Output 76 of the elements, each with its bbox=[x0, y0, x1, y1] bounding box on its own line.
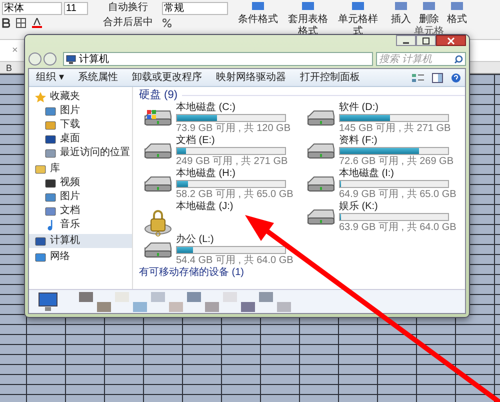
drive-space-text: 58.2 GB 可用 , 共 65.0 GB bbox=[176, 189, 294, 200]
nav-item[interactable]: 计算机 bbox=[29, 234, 132, 248]
nav-item[interactable]: 收藏夹 bbox=[29, 90, 132, 104]
font-name-field[interactable]: 宋体 bbox=[2, 2, 62, 15]
cancel-formula-button[interactable]: × bbox=[12, 43, 18, 58]
font-color-icon[interactable] bbox=[32, 18, 42, 28]
search-field[interactable]: 搜索 计算机 bbox=[376, 52, 466, 66]
nav-item[interactable]: 桌面 bbox=[29, 132, 132, 146]
drive-name[interactable]: 文档 (E:) bbox=[176, 135, 302, 146]
drive-name[interactable]: 软件 (D:) bbox=[339, 102, 465, 113]
breadcrumb[interactable]: 计算机 bbox=[79, 54, 109, 64]
drive-space-text: 63.9 GB 可用 , 共 64.0 GB bbox=[339, 222, 458, 233]
drive-space-text: 72.6 GB 可用 , 共 269 GB bbox=[339, 156, 454, 167]
nav-item[interactable]: 最近访问的位置 bbox=[29, 146, 132, 160]
document-folder-icon bbox=[45, 206, 56, 216]
nav-item[interactable]: 文档 bbox=[29, 204, 132, 218]
nav-item[interactable]: 视频 bbox=[29, 176, 132, 190]
drive-name[interactable]: 办公 (L:) bbox=[176, 234, 302, 245]
drive-space-text: 64.9 GB 可用 , 共 65.0 GB bbox=[339, 189, 458, 200]
drive-space-text: 249 GB 可用 , 共 271 GB bbox=[176, 156, 289, 167]
font-size-field[interactable]: 11 bbox=[64, 2, 88, 15]
toolbar-button[interactable]: 系统属性 bbox=[74, 72, 121, 84]
drive-name[interactable]: 娱乐 (K:) bbox=[339, 201, 465, 212]
section-header[interactable]: 硬盘 (9) bbox=[139, 89, 178, 102]
drive-space-text: 54.4 GB 可用 , 共 64.0 GB bbox=[176, 255, 294, 266]
nav-item[interactable]: 库 bbox=[29, 162, 132, 176]
bold-icon[interactable] bbox=[2, 18, 10, 28]
toolbar-button[interactable]: 组织 ▾ bbox=[33, 72, 67, 84]
nav-item[interactable]: 音乐 bbox=[29, 218, 132, 232]
close-icon bbox=[447, 36, 455, 44]
nav-item[interactable]: 图片 bbox=[29, 104, 132, 118]
minimize-button[interactable] bbox=[396, 35, 416, 46]
help-icon[interactable] bbox=[451, 72, 461, 82]
picture-folder-icon bbox=[45, 192, 56, 202]
number-format-field[interactable]: 常规 bbox=[162, 2, 228, 15]
computer-folder-icon bbox=[35, 236, 46, 246]
video-folder-icon bbox=[45, 178, 56, 188]
drive-name[interactable]: 本地磁盘 (H:) bbox=[176, 168, 302, 179]
merge-center-button[interactable]: 合并后居中 bbox=[100, 17, 156, 29]
borders-icon[interactable] bbox=[16, 18, 26, 28]
toolbar-button[interactable]: 映射网络驱动器 bbox=[212, 72, 289, 84]
drive-space-text: 73.9 GB 可用 , 共 120 GB bbox=[176, 123, 292, 134]
drive-name[interactable]: 资料 (F:) bbox=[339, 135, 465, 146]
nav-item[interactable]: 图片 bbox=[29, 190, 132, 204]
nav-item[interactable]: 下载 bbox=[29, 118, 132, 132]
computer-icon bbox=[37, 292, 59, 312]
library-folder-icon bbox=[35, 164, 46, 174]
drive-name[interactable]: 本地磁盘 (C:) bbox=[176, 102, 302, 113]
preview-pane-icon[interactable] bbox=[432, 72, 443, 82]
cells-button[interactable]: 格式 bbox=[444, 2, 470, 26]
cells-button[interactable]: 删除 bbox=[416, 2, 442, 26]
view-options-icon[interactable] bbox=[412, 72, 424, 82]
toolbar-button[interactable]: 卸载或更改程序 bbox=[128, 72, 205, 84]
wrap-text-button[interactable]: 自动换行 bbox=[100, 2, 156, 14]
maximize-icon bbox=[422, 36, 430, 44]
maximize-button[interactable] bbox=[416, 35, 436, 46]
nav-item[interactable]: 网络 bbox=[29, 250, 132, 264]
computer-icon bbox=[66, 54, 76, 64]
padlock-drive-icon bbox=[143, 207, 173, 237]
drive-name[interactable]: 本地磁盘 (J:) bbox=[176, 201, 302, 212]
desktop-folder-icon bbox=[45, 134, 56, 144]
percent-icon[interactable] bbox=[162, 18, 172, 28]
close-button[interactable] bbox=[436, 35, 466, 46]
address-bar[interactable]: 计算机 bbox=[63, 52, 373, 66]
recent-folder-icon bbox=[45, 148, 56, 158]
drive-space-text: 145 GB 可用 , 共 271 GB bbox=[339, 123, 452, 134]
column-header: B bbox=[6, 62, 12, 72]
search-icon bbox=[454, 54, 463, 64]
section-header[interactable]: 有可移动存储的设备 (1) bbox=[139, 267, 465, 278]
star-icon bbox=[35, 92, 46, 102]
picture-folder-icon bbox=[45, 106, 56, 116]
download-folder-icon bbox=[45, 120, 56, 130]
drive-name[interactable]: 本地磁盘 (I:) bbox=[339, 168, 465, 179]
toolbar-button[interactable]: 打开控制面板 bbox=[296, 72, 363, 84]
cells-button[interactable]: 插入 bbox=[388, 2, 414, 26]
network-folder-icon bbox=[35, 252, 46, 262]
